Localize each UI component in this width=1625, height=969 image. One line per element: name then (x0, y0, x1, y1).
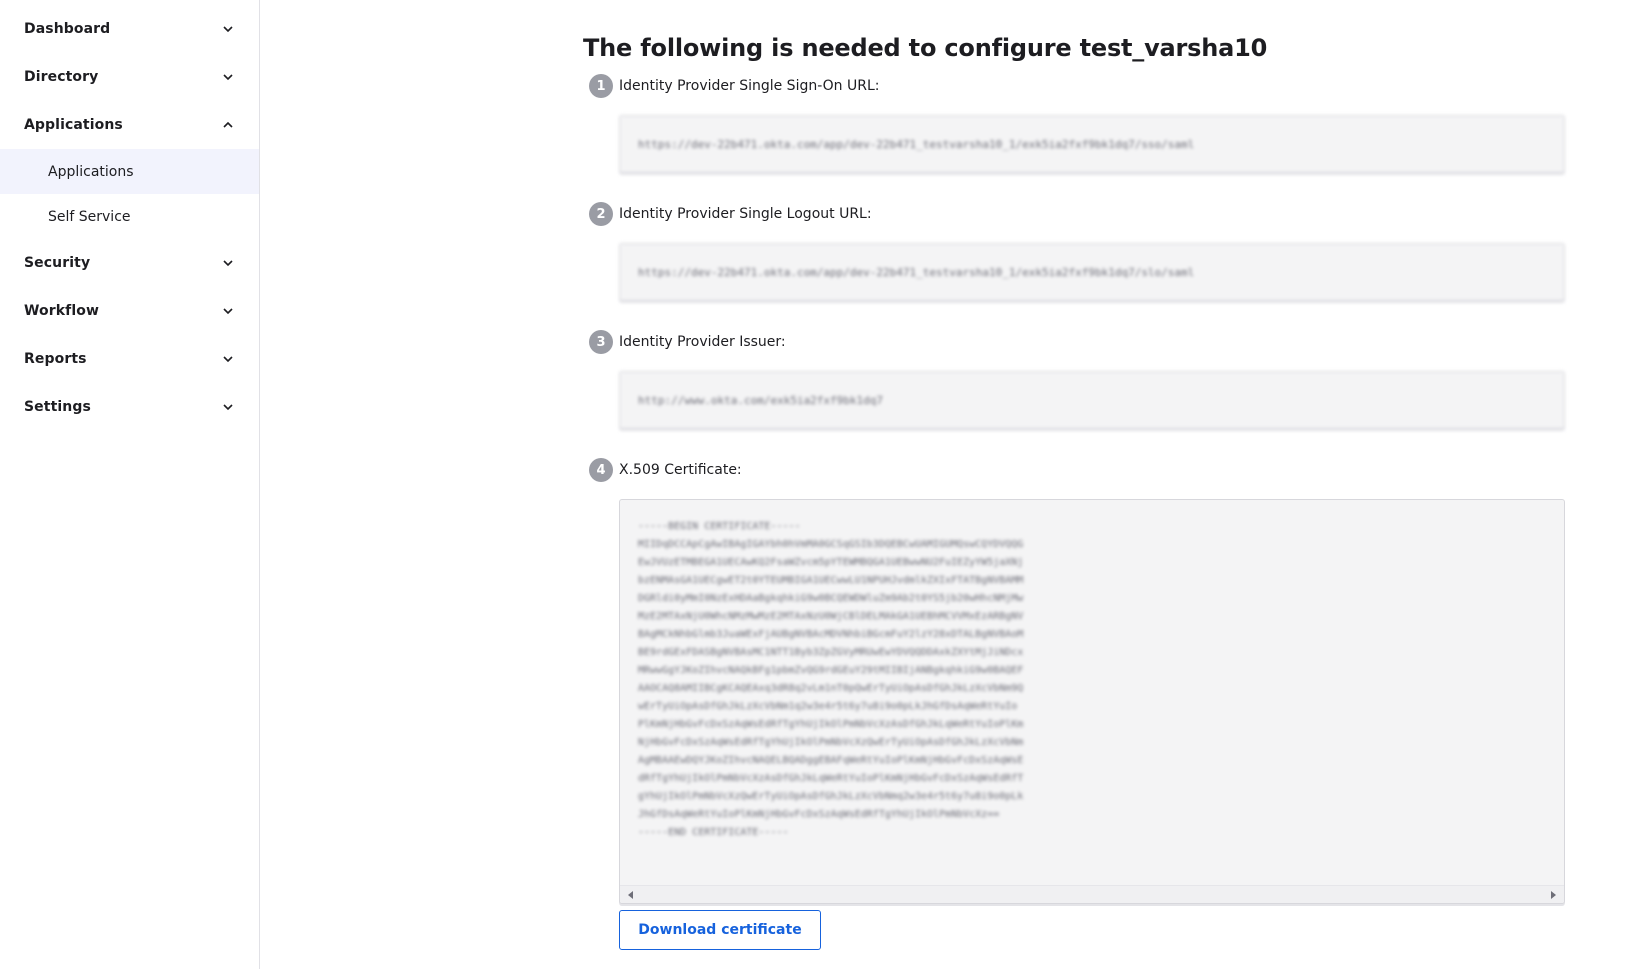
step-sso-url: 1 Identity Provider Single Sign-On URL: … (583, 73, 1565, 173)
scroll-left-arrow-icon[interactable] (626, 890, 636, 900)
step-label: Identity Provider Issuer: (619, 334, 786, 350)
step-label: Identity Provider Single Sign-On URL: (619, 78, 880, 94)
scroll-right-arrow-icon[interactable] (1548, 890, 1558, 900)
download-certificate-button[interactable]: Download certificate (619, 910, 821, 950)
sidebar-item-label: Directory (24, 69, 99, 85)
horizontal-scrollbar[interactable] (620, 885, 1564, 903)
chevron-down-icon (221, 256, 235, 270)
step-number-badge: 4 (589, 458, 613, 482)
sidebar-item-label: Applications (24, 117, 123, 133)
main-content: The following is needed to configure tes… (260, 0, 1625, 969)
sidebar-item-dashboard[interactable]: Dashboard (0, 5, 259, 53)
step-header: 2 Identity Provider Single Logout URL: (583, 201, 1565, 227)
sidebar: Dashboard Directory Applications Applica… (0, 0, 260, 969)
chevron-down-icon (221, 304, 235, 318)
step-issuer: 3 Identity Provider Issuer: http://www.o… (583, 329, 1565, 429)
sidebar-item-settings[interactable]: Settings (0, 383, 259, 431)
sso-url-field[interactable]: https://dev-22b471.okta.com/app/dev-22b4… (619, 115, 1565, 173)
issuer-field[interactable]: http://www.okta.com/exk5ia2fxf9bk1dq7 (619, 371, 1565, 429)
sidebar-item-applications[interactable]: Applications (0, 101, 259, 149)
certificate-content: -----BEGIN CERTIFICATE----- MIIDqDCCApCg… (638, 521, 1024, 838)
sidebar-item-reports[interactable]: Reports (0, 335, 259, 383)
step-header: 3 Identity Provider Issuer: (583, 329, 1565, 355)
step-number-badge: 1 (589, 74, 613, 98)
step-logout-url: 2 Identity Provider Single Logout URL: h… (583, 201, 1565, 301)
sidebar-item-label: Workflow (24, 303, 100, 319)
sidebar-item-label: Dashboard (24, 21, 111, 37)
chevron-down-icon (221, 70, 235, 84)
chevron-down-icon (221, 22, 235, 36)
page-title: The following is needed to configure tes… (583, 34, 1268, 62)
step-label: X.509 Certificate: (619, 462, 742, 478)
sidebar-item-label: Reports (24, 351, 87, 367)
chevron-up-icon (221, 118, 235, 132)
step-header: 4 X.509 Certificate: (583, 457, 1565, 483)
step-certificate: 4 X.509 Certificate: -----BEGIN CERTIFIC… (583, 457, 1565, 950)
step-label: Identity Provider Single Logout URL: (619, 206, 872, 222)
chevron-down-icon (221, 400, 235, 414)
sidebar-item-label: Settings (24, 399, 91, 415)
sidebar-item-directory[interactable]: Directory (0, 53, 259, 101)
sidebar-item-label: Security (24, 255, 91, 271)
saml-setup-panel: The following is needed to configure tes… (583, 30, 1565, 950)
sidebar-item-workflow[interactable]: Workflow (0, 287, 259, 335)
chevron-down-icon (221, 352, 235, 366)
certificate-textarea[interactable]: -----BEGIN CERTIFICATE----- MIIDqDCCApCg… (619, 499, 1565, 904)
step-header: 1 Identity Provider Single Sign-On URL: (583, 73, 1565, 99)
sidebar-subitem-self-service[interactable]: Self Service (0, 194, 259, 239)
step-number-badge: 3 (589, 330, 613, 354)
sidebar-item-security[interactable]: Security (0, 239, 259, 287)
logout-url-field[interactable]: https://dev-22b471.okta.com/app/dev-22b4… (619, 243, 1565, 301)
sidebar-subitem-applications[interactable]: Applications (0, 149, 259, 194)
step-number-badge: 2 (589, 202, 613, 226)
